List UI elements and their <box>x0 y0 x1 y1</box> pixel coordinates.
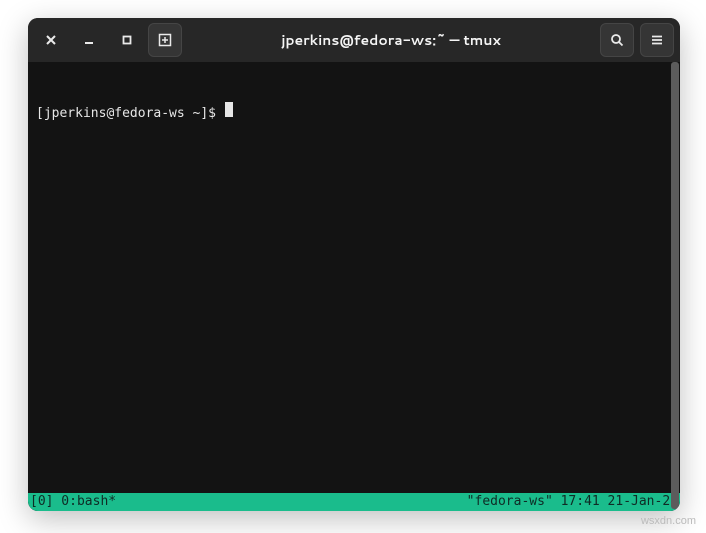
titlebar: jperkins@fedora-ws:~ — tmux <box>28 18 680 62</box>
search-icon <box>610 33 624 47</box>
new-tab-icon <box>158 33 172 47</box>
tmux-status-bar: [0] 0:bash* "fedora-ws" 17:41 21-Jan-21 <box>28 493 680 511</box>
close-icon <box>45 34 57 46</box>
window-title: jperkins@fedora-ws:~ — tmux <box>186 30 596 50</box>
menu-button[interactable] <box>640 23 674 57</box>
maximize-icon <box>121 34 133 46</box>
tmux-status-left: [0] 0:bash* <box>30 493 116 511</box>
search-button[interactable] <box>600 23 634 57</box>
terminal-window: jperkins@fedora-ws:~ — tmux [jperkins@fe… <box>28 18 680 511</box>
new-tab-button[interactable] <box>148 23 182 57</box>
maximize-button[interactable] <box>110 23 144 57</box>
minimize-icon <box>83 34 95 46</box>
scrollbar[interactable] <box>670 62 680 509</box>
scrollbar-thumb[interactable] <box>671 62 679 509</box>
text-cursor <box>225 102 233 117</box>
terminal-output[interactable]: [jperkins@fedora-ws ~]$ <box>28 62 680 493</box>
watermark: wsxdn.com <box>641 515 696 527</box>
shell-prompt: [jperkins@fedora-ws ~]$ <box>36 105 224 122</box>
close-button[interactable] <box>34 23 68 57</box>
terminal-area[interactable]: [jperkins@fedora-ws ~]$ [0] 0:bash* "fed… <box>28 62 680 511</box>
tmux-status-right: "fedora-ws" 17:41 21-Jan-21 <box>467 493 678 511</box>
minimize-button[interactable] <box>72 23 106 57</box>
hamburger-icon <box>650 33 664 47</box>
prompt-line: [jperkins@fedora-ws ~]$ <box>36 102 672 122</box>
